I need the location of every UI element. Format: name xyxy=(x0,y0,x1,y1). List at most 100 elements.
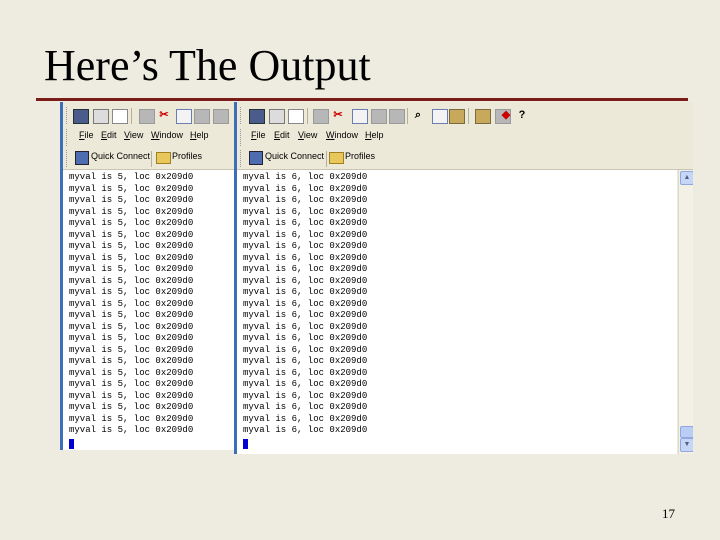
menu-window[interactable]: Window xyxy=(151,130,183,140)
quick-connect-icon xyxy=(75,151,89,165)
output-line: myval is 5, loc 0x209d0 xyxy=(69,379,194,389)
output-line: myval is 5, loc 0x209d0 xyxy=(69,275,194,286)
output-line: myval is 5, loc 0x209d0 xyxy=(69,321,194,332)
copy-icon[interactable] xyxy=(176,109,192,124)
terminal-output[interactable]: myval is 5, loc 0x209d0 myval is 5, loc 0… xyxy=(63,170,235,450)
scroll-up-icon[interactable]: ▲ xyxy=(680,171,693,185)
output-line: myval is 6, loc 0x209d0 xyxy=(243,241,368,251)
print-preview-icon[interactable] xyxy=(288,109,304,124)
title-divider xyxy=(36,98,688,101)
output-line: myval is 5, loc 0x209d0 xyxy=(69,252,194,263)
output-line: myval is 6, loc 0x209d0 xyxy=(243,275,368,286)
menu-file[interactable]: File xyxy=(251,130,266,140)
quick-connect-label: Quick Connect xyxy=(91,151,151,161)
cursor-block xyxy=(69,438,74,449)
scroll-down-icon[interactable]: ▼ xyxy=(680,438,693,452)
link-grip[interactable] xyxy=(240,150,244,167)
ssh-window-right: ✂ ⌕ ◆ ? File Edit View Window Help Quick… xyxy=(234,102,693,454)
output-line: myval is 6, loc 0x209d0 xyxy=(243,298,368,309)
disabled-icon xyxy=(139,109,155,124)
print-icon[interactable] xyxy=(93,109,109,124)
slide-title: Here’s The Output xyxy=(44,41,371,90)
menu-bar: File Edit View Window Help xyxy=(63,126,237,148)
output-line: myval is 6, loc 0x209d0 xyxy=(243,356,368,366)
cut-icon[interactable]: ✂ xyxy=(331,109,345,122)
output-line: myval is 6, loc 0x209d0 xyxy=(243,218,368,228)
cursor-block xyxy=(243,438,248,449)
menu-grip[interactable] xyxy=(66,129,70,146)
paste-icon xyxy=(194,109,210,124)
terminal-cursor xyxy=(69,438,193,451)
link-separator xyxy=(326,151,327,167)
output-line: myval is 5, loc 0x209d0 xyxy=(69,333,194,343)
menu-view[interactable]: View xyxy=(124,130,143,140)
output-lines: myval is 6, loc 0x209d0 myval is 6, loc 0… xyxy=(243,172,367,450)
output-line: myval is 5, loc 0x209d0 xyxy=(69,402,194,412)
bookmark-icon[interactable]: ◆ xyxy=(499,109,513,122)
ssh-window-left: ✂ File Edit View Window Help Quick Conne… xyxy=(60,102,237,450)
menu-edit[interactable]: Edit xyxy=(274,130,290,140)
page-number: 17 xyxy=(662,506,675,521)
menu-file[interactable]: File xyxy=(79,130,94,140)
file-transfer-icon[interactable] xyxy=(449,109,465,124)
vertical-scrollbar[interactable]: ▲ ▼ xyxy=(678,170,693,454)
profiles-label: Profiles xyxy=(345,151,376,161)
folder-icon xyxy=(329,152,344,164)
output-line: myval is 6, loc 0x209d0 xyxy=(243,229,368,240)
terminal-cursor xyxy=(243,438,367,451)
quick-connect-button[interactable]: Quick Connect xyxy=(249,151,325,165)
save-icon[interactable] xyxy=(249,109,265,124)
menu-window[interactable]: Window xyxy=(326,130,358,140)
output-line: myval is 5, loc 0x209d0 xyxy=(69,172,194,182)
paste-special-icon xyxy=(213,109,229,124)
output-line: myval is 6, loc 0x209d0 xyxy=(243,206,368,217)
quick-connect-label: Quick Connect xyxy=(265,151,325,161)
paste-icon xyxy=(371,109,387,124)
output-line: myval is 5, loc 0x209d0 xyxy=(69,298,194,309)
settings-icon[interactable] xyxy=(475,109,491,124)
toolbar-grip[interactable] xyxy=(240,107,244,124)
find-icon[interactable]: ⌕ xyxy=(411,109,425,122)
save-icon[interactable] xyxy=(73,109,89,124)
output-line: myval is 5, loc 0x209d0 xyxy=(69,390,194,401)
terminal-output[interactable]: myval is 6, loc 0x209d0 myval is 6, loc 0… xyxy=(237,170,677,454)
profiles-label: Profiles xyxy=(172,151,203,161)
menu-help[interactable]: Help xyxy=(365,130,384,140)
copy-icon[interactable] xyxy=(352,109,368,124)
output-line: myval is 6, loc 0x209d0 xyxy=(243,287,368,297)
toolbar-grip[interactable] xyxy=(66,107,70,124)
link-grip[interactable] xyxy=(66,150,70,167)
new-window-icon[interactable] xyxy=(432,109,448,124)
folder-icon xyxy=(156,152,171,164)
toolbar-separator xyxy=(468,108,469,124)
output-line: myval is 5, loc 0x209d0 xyxy=(69,413,194,424)
menu-edit[interactable]: Edit xyxy=(101,130,117,140)
output-line: myval is 6, loc 0x209d0 xyxy=(243,264,368,274)
quick-connect-button[interactable]: Quick Connect xyxy=(75,151,151,165)
profiles-button[interactable]: Profiles xyxy=(156,151,203,164)
output-lines: myval is 5, loc 0x209d0 myval is 5, loc 0… xyxy=(69,172,193,450)
context-help-icon[interactable]: ? xyxy=(515,109,529,122)
menu-grip[interactable] xyxy=(240,129,244,146)
cut-icon[interactable]: ✂ xyxy=(157,109,171,122)
output-line: myval is 5, loc 0x209d0 xyxy=(69,287,194,297)
output-line: myval is 5, loc 0x209d0 xyxy=(69,425,194,435)
output-line: myval is 5, loc 0x209d0 xyxy=(69,183,194,194)
output-line: myval is 5, loc 0x209d0 xyxy=(69,344,194,355)
profiles-button[interactable]: Profiles xyxy=(329,151,376,164)
output-line: myval is 6, loc 0x209d0 xyxy=(243,252,368,263)
output-line: myval is 6, loc 0x209d0 xyxy=(243,333,368,343)
output-line: myval is 6, loc 0x209d0 xyxy=(243,321,368,332)
menu-help[interactable]: Help xyxy=(190,130,209,140)
output-line: myval is 5, loc 0x209d0 xyxy=(69,229,194,240)
scroll-thumb[interactable] xyxy=(680,426,693,438)
output-line: myval is 5, loc 0x209d0 xyxy=(69,241,194,251)
disabled-icon xyxy=(313,109,329,124)
print-icon[interactable] xyxy=(269,109,285,124)
toolbar-separator xyxy=(307,108,308,124)
output-line: myval is 5, loc 0x209d0 xyxy=(69,195,194,205)
output-line: myval is 6, loc 0x209d0 xyxy=(243,367,368,378)
menu-view[interactable]: View xyxy=(298,130,317,140)
print-preview-icon[interactable] xyxy=(112,109,128,124)
output-line: myval is 6, loc 0x209d0 xyxy=(243,195,368,205)
